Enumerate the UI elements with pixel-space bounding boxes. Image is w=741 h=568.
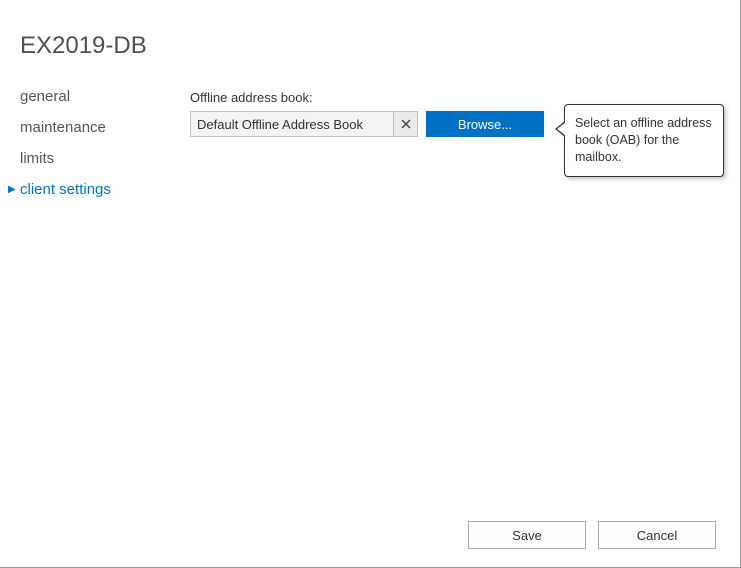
tooltip: Select an offline address book (OAB) for…: [564, 104, 724, 177]
cancel-button[interactable]: Cancel: [598, 521, 716, 549]
sidebar: general maintenance limits ▶ client sett…: [20, 84, 190, 208]
tooltip-text: Select an offline address book (OAB) for…: [575, 116, 712, 164]
oab-field-label: Offline address book:: [190, 90, 720, 105]
sidebar-item-limits[interactable]: limits: [20, 146, 190, 177]
oab-input-wrap: [190, 111, 418, 137]
page-title: EX2019-DB: [20, 32, 720, 60]
close-icon: [401, 119, 411, 129]
browse-button[interactable]: Browse...: [426, 111, 544, 137]
sidebar-item-client-settings[interactable]: ▶ client settings: [20, 177, 190, 208]
save-button[interactable]: Save: [468, 521, 586, 549]
footer: Save Cancel: [468, 521, 716, 549]
sidebar-item-label: maintenance: [20, 119, 106, 136]
sidebar-item-maintenance[interactable]: maintenance: [20, 115, 190, 146]
sidebar-item-label: client settings: [20, 181, 111, 198]
caret-right-icon: ▶: [8, 184, 18, 195]
sidebar-item-label: limits: [20, 150, 54, 167]
oab-input[interactable]: [191, 112, 393, 136]
clear-button[interactable]: [393, 112, 417, 136]
sidebar-item-label: general: [20, 88, 70, 105]
sidebar-item-general[interactable]: general: [20, 84, 190, 115]
